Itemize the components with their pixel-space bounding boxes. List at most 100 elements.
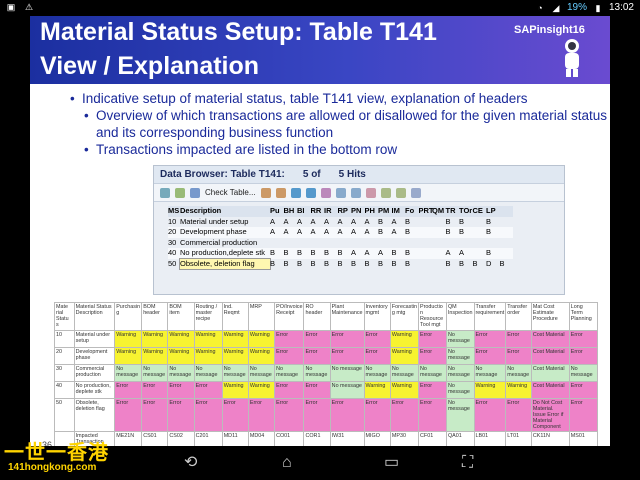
- status-description: Material under setup: [180, 216, 249, 226]
- impact-cell: Error: [303, 330, 331, 348]
- back-icon[interactable]: ⟲: [184, 454, 197, 472]
- status-code: 50: [168, 258, 177, 268]
- col-header-flag: PM: [378, 206, 390, 215]
- print-icon[interactable]: [335, 187, 346, 198]
- impact-cell: Warning: [221, 381, 249, 399]
- sap-row[interactable]: 50 Obsolete, deletion flag B B B B B B B B B B B B B B D…: [168, 257, 513, 270]
- layout-icon[interactable]: [380, 187, 391, 198]
- impact-cell: Warning: [473, 381, 507, 399]
- column-header: Inventory mgmt: [363, 302, 391, 331]
- column-header: Mate rial Statu s: [54, 302, 75, 331]
- status-flag: B: [351, 258, 357, 268]
- status-flag: [473, 217, 487, 228]
- impact-cell: No message: [389, 364, 420, 382]
- impact-cell: Warning: [167, 330, 195, 348]
- sap-header-row: MS Description Pu BH BI RR IR RP PN PH PM IM Fo PRT QM…: [168, 206, 513, 217]
- col-header-flag: RP: [337, 206, 348, 215]
- recent-apps-icon[interactable]: ▭: [384, 454, 399, 472]
- transaction-code: CO01: [274, 431, 305, 446]
- sum-icon[interactable]: [305, 187, 316, 198]
- impact-cell: Error: [221, 398, 249, 432]
- status-flag: B: [499, 258, 505, 268]
- col-header-flag: PN: [351, 206, 362, 215]
- impact-cell: Obsolete, deletion flag: [73, 398, 116, 432]
- bullet-list: Indicative setup of material status, tab…: [70, 90, 610, 158]
- sap-result-grid: MS Description Pu BH BI RR IR RP PN PH PM IM Fo PRT QM…: [168, 206, 513, 270]
- column-header: Ind. Reqmt: [221, 302, 249, 331]
- status-flag: B: [459, 216, 465, 226]
- slide-title-line2: View / Explanation: [40, 52, 260, 80]
- impact-cell: Error: [114, 381, 143, 399]
- impact-cell: Warning: [114, 330, 143, 348]
- col-header-flag: BH: [283, 206, 295, 215]
- status-flag: [378, 238, 392, 249]
- subtotal-icon[interactable]: [320, 187, 331, 198]
- status-code: 30: [168, 237, 177, 247]
- col-header-flag: Pu: [270, 206, 280, 215]
- sap-row[interactable]: 30 Commercial production: [168, 238, 513, 249]
- sap-row[interactable]: 20 Development phase A A A A A A A A B A B B B B: [168, 227, 513, 238]
- select-layout-icon[interactable]: [395, 187, 406, 198]
- status-flag: B: [310, 258, 316, 268]
- glasses-icon[interactable]: [175, 187, 185, 198]
- column-header: MRP: [247, 302, 276, 331]
- status-flag: B: [378, 216, 384, 226]
- status-flag: B: [297, 248, 303, 257]
- status-flag: B: [270, 248, 276, 257]
- impact-cell: Warning: [141, 330, 169, 348]
- impact-cell: Warning: [221, 330, 249, 348]
- status-flag: B: [445, 227, 451, 236]
- export-icon[interactable]: [365, 187, 376, 198]
- impact-cell: Error: [303, 347, 331, 365]
- sap-row[interactable]: 10 Material under setup A A A A A A A A B A B B B B: [168, 217, 513, 228]
- sap-count: 5 of: [302, 169, 321, 180]
- status-flag: B: [391, 248, 397, 257]
- change-icon[interactable]: [190, 187, 200, 198]
- sort-descending-icon[interactable]: [275, 187, 286, 198]
- impact-cell: Warning: [389, 330, 420, 348]
- impact-cell: Cost Material: [530, 347, 570, 365]
- bullet-sub-transactions: Transactions impacted are listed in the …: [70, 141, 610, 158]
- column-header: Mat Cost Estimate Procedure: [530, 302, 570, 331]
- info-icon[interactable]: [410, 187, 421, 198]
- impact-row: 10 Material under setup Warning Warning Warn…: [54, 330, 599, 348]
- home-icon[interactable]: ⌂: [282, 454, 292, 472]
- display-icon[interactable]: [160, 187, 170, 198]
- column-header: Material Status Description: [73, 302, 116, 331]
- status-flag: [432, 248, 446, 259]
- check-table-button[interactable]: Check Table...: [205, 188, 256, 197]
- status-flag: [419, 217, 433, 228]
- transaction-code: C201: [193, 431, 223, 446]
- impact-cell: Error: [167, 381, 195, 399]
- status-flag: A: [310, 216, 316, 226]
- filter-icon[interactable]: [290, 187, 301, 198]
- astronaut-mascot-icon: [565, 39, 579, 77]
- status-flag: B: [378, 227, 384, 236]
- view-icon[interactable]: [350, 187, 361, 198]
- status-flag: B: [324, 248, 330, 257]
- status-flag: A: [364, 227, 370, 236]
- column-header: Forecastin g mtg: [389, 302, 420, 331]
- impact-row: 20 Development phase Warning Warning Warning…: [54, 347, 599, 365]
- impact-cell: No production, deplete stk: [73, 381, 116, 399]
- impact-cell: Error: [303, 381, 331, 399]
- col-header-flag: RR: [310, 206, 322, 215]
- status-flag: [419, 238, 433, 249]
- status-flag: B: [405, 248, 411, 257]
- wifi-icon: ◔: [537, 2, 543, 13]
- sort-ascending-icon[interactable]: [260, 187, 271, 198]
- impact-cell: Warning: [247, 330, 276, 348]
- sap-row[interactable]: 40 No production,deplete stk B B B B B B A A A B B A A…: [168, 248, 513, 259]
- transaction-code: QA01: [445, 431, 475, 446]
- impact-row: 40 No production, deplete stk Error Error Er…: [54, 381, 599, 399]
- impact-cell: No message: [568, 364, 599, 382]
- impact-cell: Warning: [505, 381, 532, 399]
- column-header: Plant Maintenance: [329, 302, 365, 331]
- screenshot-icon[interactable]: ⛶: [462, 454, 473, 472]
- impact-cell: No message: [445, 330, 475, 348]
- impact-cell: Warning: [247, 381, 276, 399]
- status-flag: A: [270, 216, 276, 226]
- impact-cell: Error: [274, 330, 305, 348]
- impact-cell: No message: [445, 398, 475, 432]
- status-flag: A: [283, 227, 289, 236]
